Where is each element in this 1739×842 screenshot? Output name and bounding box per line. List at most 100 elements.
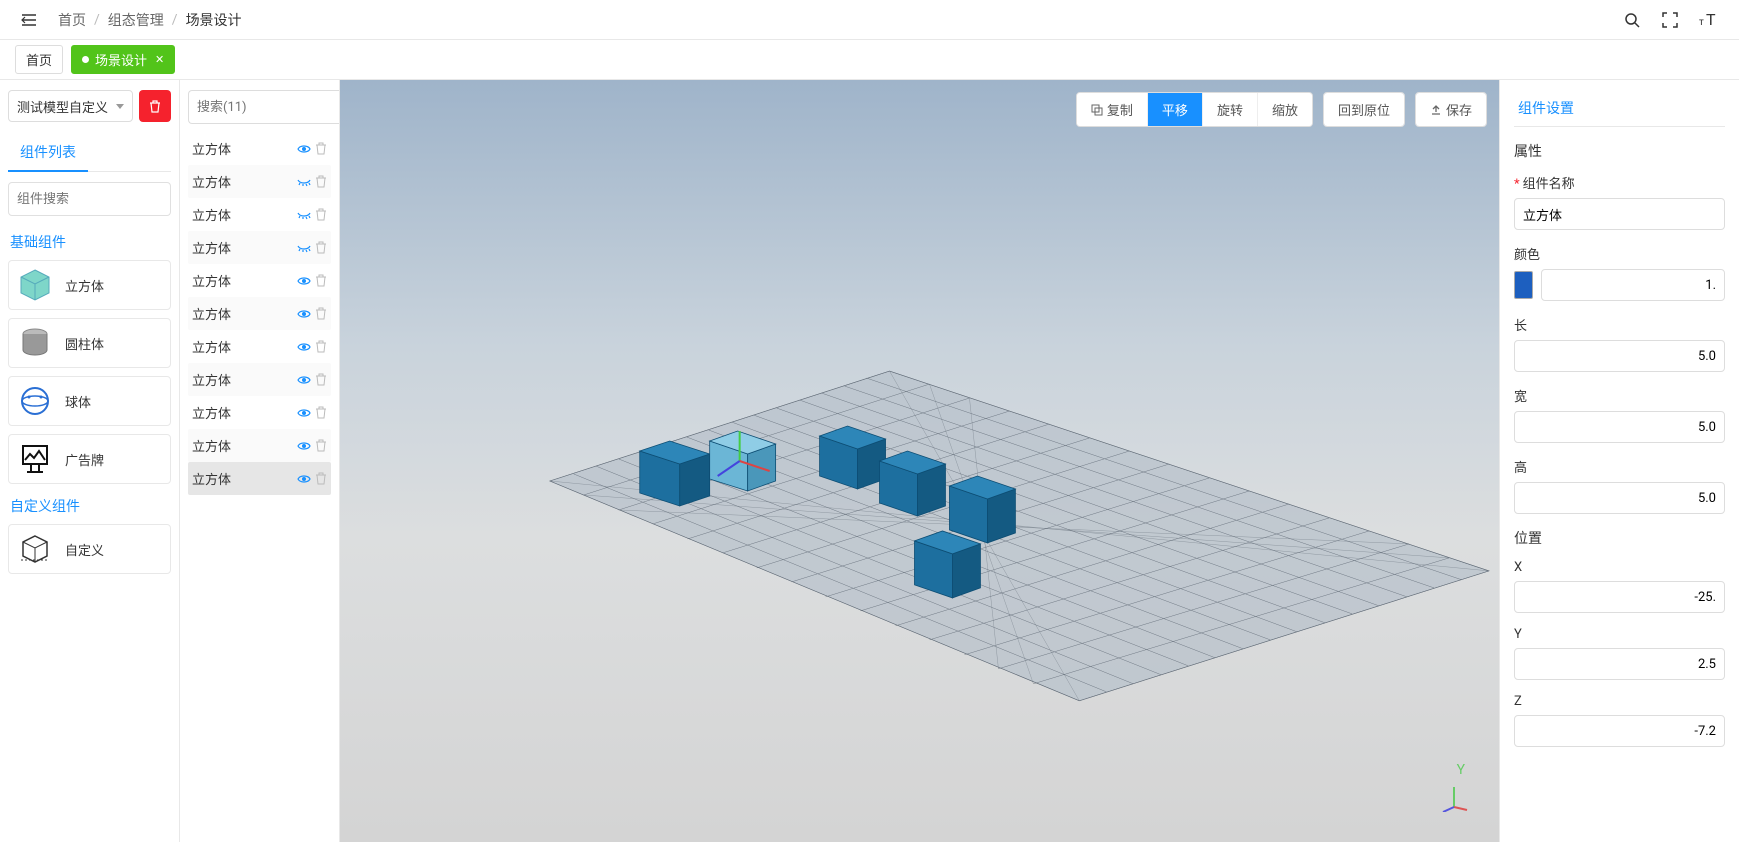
fullscreen-icon[interactable] (1661, 11, 1679, 29)
hierarchy-item-label: 立方体 (192, 205, 231, 224)
hierarchy-item-actions (297, 241, 327, 254)
prop-height-input[interactable] (1514, 482, 1725, 514)
eye-icon[interactable] (297, 440, 311, 452)
eye-icon[interactable] (297, 143, 311, 155)
prop-width-row: 宽 (1514, 386, 1725, 443)
hierarchy-item-label: 立方体 (192, 370, 231, 389)
hierarchy-item-label: 立方体 (192, 238, 231, 257)
delete-model-button[interactable] (139, 90, 171, 122)
canvas-toolbar: 复制 平移 旋转 缩放 回到原位 保存 (1076, 92, 1487, 127)
eye-icon[interactable] (297, 473, 311, 485)
hierarchy-item[interactable]: 立方体 (188, 198, 331, 231)
hierarchy-item[interactable]: 立方体 (188, 297, 331, 330)
hierarchy-item[interactable]: 立方体 (188, 132, 331, 165)
breadcrumb: 首页 / 组态管理 / 场景设计 (58, 10, 242, 30)
hierarchy-item[interactable]: 立方体 (188, 231, 331, 264)
hierarchy-item-actions (297, 307, 327, 320)
canvas-3d[interactable]: 复制 平移 旋转 缩放 回到原位 保存 (340, 80, 1499, 842)
prop-width-input[interactable] (1514, 411, 1725, 443)
hierarchy-item[interactable]: 立方体 (188, 429, 331, 462)
trash-icon[interactable] (315, 340, 327, 353)
hierarchy-item[interactable]: 立方体 (188, 264, 331, 297)
chevron-down-icon (116, 104, 124, 109)
trash-icon[interactable] (315, 208, 327, 221)
close-icon[interactable]: ✕ (155, 53, 164, 66)
prop-x-input[interactable] (1514, 581, 1725, 613)
comp-sphere[interactable]: 球体 (8, 376, 171, 426)
prop-x-label: X (1514, 560, 1725, 575)
right-tab-settings[interactable]: 组件设置 (1514, 90, 1578, 126)
left-tab-components[interactable]: 组件列表 (8, 134, 88, 172)
comp-billboard[interactable]: 广告牌 (8, 434, 171, 484)
left-tabs: 组件列表 (8, 134, 171, 172)
svg-text:T: T (1706, 11, 1716, 29)
trash-icon[interactable] (315, 241, 327, 254)
breadcrumb-scene: 场景设计 (186, 10, 242, 30)
rotate-button[interactable]: 旋转 (1202, 93, 1257, 126)
prop-length-input[interactable] (1514, 340, 1725, 372)
eye-icon[interactable] (297, 341, 311, 353)
component-search-input[interactable] (17, 192, 180, 207)
svg-text:т: т (1699, 17, 1704, 28)
comp-billboard-label: 广告牌 (65, 450, 104, 469)
trash-icon[interactable] (315, 406, 327, 419)
tab-home[interactable]: 首页 (15, 45, 63, 74)
hierarchy-item[interactable]: 立方体 (188, 462, 331, 495)
hierarchy-item[interactable]: 立方体 (188, 165, 331, 198)
comp-custom[interactable]: 自定义 (8, 524, 171, 574)
model-select[interactable]: 测试模型自定义 (8, 90, 133, 122)
hidden-icon[interactable] (297, 176, 311, 188)
tab-scene[interactable]: 场景设计 ✕ (71, 45, 175, 74)
breadcrumb-home[interactable]: 首页 (58, 10, 86, 30)
eye-icon[interactable] (297, 308, 311, 320)
copy-button[interactable]: 复制 (1077, 93, 1147, 126)
hidden-icon[interactable] (297, 209, 311, 221)
breadcrumb-group[interactable]: 组态管理 (108, 10, 164, 30)
search-icon[interactable] (1623, 11, 1641, 29)
prop-z-input[interactable] (1514, 715, 1725, 747)
font-size-icon[interactable]: тT (1699, 11, 1719, 29)
menu-toggle-icon[interactable] (20, 11, 38, 29)
trash-icon[interactable] (315, 472, 327, 485)
prop-height-row: 高 (1514, 457, 1725, 514)
eye-icon[interactable] (297, 275, 311, 287)
hierarchy-search-input[interactable] (188, 90, 340, 124)
reset-button[interactable]: 回到原位 (1324, 93, 1404, 126)
hierarchy-item[interactable]: 立方体 (188, 330, 331, 363)
scene-svg (340, 80, 1499, 842)
scale-button[interactable]: 缩放 (1257, 93, 1312, 126)
color-swatch[interactable] (1514, 271, 1533, 299)
custom-components: 自定义 (8, 524, 171, 582)
hierarchy-item[interactable]: 立方体 (188, 363, 331, 396)
trash-icon[interactable] (315, 439, 327, 452)
hidden-icon[interactable] (297, 242, 311, 254)
trash-icon[interactable] (315, 373, 327, 386)
component-search[interactable] (8, 182, 171, 216)
eye-icon[interactable] (297, 374, 311, 386)
prop-color-row: 颜色 (1514, 244, 1725, 301)
comp-cylinder[interactable]: 圆柱体 (8, 318, 171, 368)
trash-icon[interactable] (315, 142, 327, 155)
save-button[interactable]: 保存 (1416, 93, 1486, 126)
move-button[interactable]: 平移 (1147, 93, 1202, 126)
comp-cube[interactable]: 立方体 (8, 260, 171, 310)
prop-length-row: 长 (1514, 315, 1725, 372)
eye-icon[interactable] (297, 407, 311, 419)
prop-y-input[interactable] (1514, 648, 1725, 680)
trash-icon[interactable] (315, 307, 327, 320)
scene-cube (915, 531, 981, 598)
toolbar-group-reset: 回到原位 (1323, 92, 1405, 127)
prop-z-label: Z (1514, 694, 1725, 709)
hierarchy-item-label: 立方体 (192, 139, 231, 158)
prop-name-input[interactable] (1514, 198, 1725, 230)
prop-length-label: 长 (1514, 315, 1725, 334)
color-alpha-input[interactable] (1541, 269, 1725, 301)
hierarchy-item[interactable]: 立方体 (188, 396, 331, 429)
hierarchy-item-label: 立方体 (192, 403, 231, 422)
trash-icon[interactable] (315, 274, 327, 287)
hierarchy-item-actions (297, 373, 327, 386)
hierarchy-item-actions (297, 274, 327, 287)
trash-icon[interactable] (315, 175, 327, 188)
tabbar: 首页 场景设计 ✕ (0, 40, 1739, 80)
cylinder-icon (15, 325, 55, 361)
